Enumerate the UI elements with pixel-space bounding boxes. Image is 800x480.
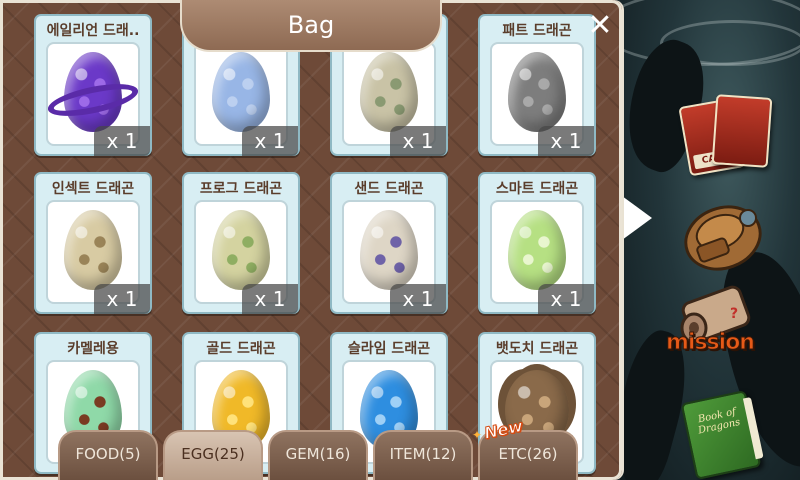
item-slot[interactable]: 인섹트 드래곤 x 1 xyxy=(34,172,152,314)
tab-food[interactable]: FOOD(5) xyxy=(58,430,158,480)
item-quantity: x 1 xyxy=(538,284,594,314)
bag-panel: 에일리언 드래.. x 1x 1x 1 패트 드래곤 x 1 인섹트 드래곤 x 1 프로그… xyxy=(0,0,622,480)
backpack-icon xyxy=(684,205,762,271)
tab-gem[interactable]: GEM(16) xyxy=(268,430,368,480)
egg-icon xyxy=(64,210,122,290)
item-name: 샌드 드래곤 xyxy=(354,181,424,197)
item-slot[interactable]: 샌드 드래곤 x 1 xyxy=(330,172,448,314)
item-name: 패트 드래곤 xyxy=(502,23,572,39)
item-slot[interactable]: 스마트 드래곤 x 1 xyxy=(478,172,596,314)
item-name: 카멜레용 xyxy=(67,341,119,357)
book-of-dragons-button[interactable]: Book of Dragons xyxy=(680,389,772,480)
book-icon: Book of Dragons xyxy=(680,389,764,480)
egg-icon xyxy=(212,210,270,290)
collapse-arrow-icon[interactable] xyxy=(622,196,652,240)
card-button[interactable]: CARD xyxy=(678,94,774,177)
sparkle-icon: ✦ xyxy=(472,428,483,442)
item-name: 프로그 드래곤 xyxy=(199,181,283,197)
item-quantity: x 1 xyxy=(94,126,150,156)
item-quantity: x 1 xyxy=(242,284,298,314)
egg-icon xyxy=(212,52,270,132)
item-quantity: x 1 xyxy=(390,284,446,314)
egg-icon xyxy=(508,52,566,132)
mission-button[interactable]: ? mission xyxy=(660,280,790,376)
item-quantity: x 1 xyxy=(94,284,150,314)
item-quantity: x 1 xyxy=(242,126,298,156)
item-name: 스마트 드래곤 xyxy=(495,181,579,197)
tab-egg[interactable]: EGG(25) xyxy=(163,430,263,480)
item-name: 뱃도치 드래곤 xyxy=(495,341,579,357)
svg-text:?: ? xyxy=(730,306,738,322)
item-name: 슬라임 드래곤 xyxy=(347,341,431,357)
tab-item[interactable]: ITEM(12) xyxy=(373,430,473,480)
item-quantity: x 1 xyxy=(538,126,594,156)
item-slot[interactable]: 패트 드래곤 x 1 xyxy=(478,14,596,156)
item-slot[interactable]: 프로그 드래곤 x 1 xyxy=(182,172,300,314)
backpack-button[interactable] xyxy=(678,192,768,276)
egg-icon xyxy=(360,210,418,290)
panel-title: Bag xyxy=(180,0,442,52)
card-icon xyxy=(711,94,773,168)
close-button[interactable]: ✕ xyxy=(582,8,618,44)
item-name: 에일리언 드래.. xyxy=(46,23,140,39)
egg-icon xyxy=(360,52,418,132)
egg-icon xyxy=(508,210,566,290)
item-name: 골드 드래곤 xyxy=(206,341,276,357)
item-quantity: x 1 xyxy=(390,126,446,156)
item-name: 인섹트 드래곤 xyxy=(51,181,135,197)
item-slot[interactable]: 에일리언 드래.. x 1 xyxy=(34,14,152,156)
